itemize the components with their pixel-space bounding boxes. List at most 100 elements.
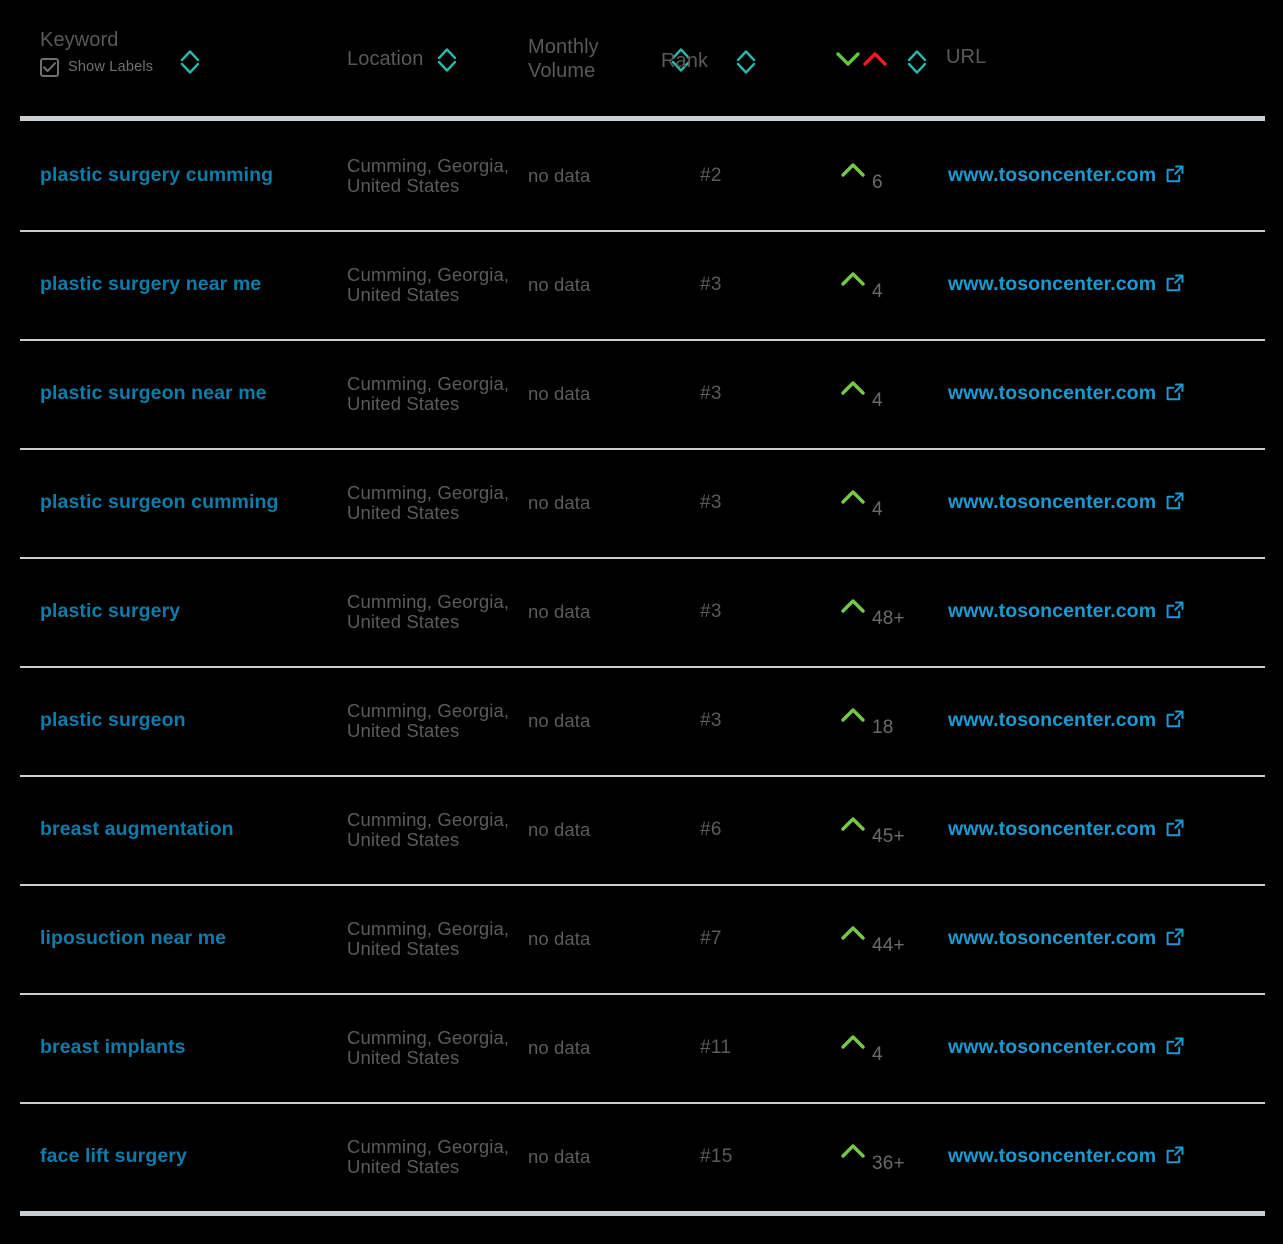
cell-rank: #3 — [700, 339, 790, 448]
location-text: Cumming, Georgia, United States — [347, 699, 510, 741]
keyword-link[interactable]: plastic surgeon near me — [40, 382, 267, 405]
table-row: plastic surgery cumming Cumming, Georgia… — [0, 121, 1283, 230]
external-link-icon — [1165, 927, 1185, 953]
monthly-volume-text: no data — [528, 273, 591, 295]
change-indicator: 4 — [840, 1035, 883, 1065]
monthly-volume-text: no data — [528, 927, 591, 949]
sort-diamond-icon-keyword[interactable] — [178, 46, 202, 78]
url-link[interactable]: www.tosoncenter.com — [948, 272, 1185, 298]
location-text: Cumming, Georgia, United States — [347, 481, 510, 523]
url-text: www.tosoncenter.com — [948, 382, 1157, 404]
table-header-row: Keyword Show Labels Location Monthly Vol… — [0, 0, 1283, 85]
cell-monthly-volume: no data — [528, 230, 648, 339]
keyword-link[interactable]: plastic surgeon — [40, 709, 186, 732]
rank-text: #3 — [700, 273, 722, 295]
chevron-up-green-icon — [840, 1141, 866, 1166]
url-text: www.tosoncenter.com — [948, 709, 1157, 731]
url-link[interactable]: www.tosoncenter.com — [948, 163, 1185, 189]
cell-keyword: face lift surgery — [40, 1102, 340, 1211]
column-header-rank: Rank — [661, 46, 758, 78]
sort-diamond-icon-change[interactable] — [905, 46, 929, 78]
chevron-up-green-icon — [840, 378, 866, 403]
rank-text: #3 — [700, 600, 722, 622]
keyword-link[interactable]: liposuction near me — [40, 927, 226, 950]
chevron-up-green-icon — [840, 487, 866, 512]
cell-url: www.tosoncenter.com — [948, 121, 1248, 230]
cell-url: www.tosoncenter.com — [948, 775, 1248, 884]
change-indicator: 44+ — [840, 926, 905, 956]
change-value: 4 — [872, 389, 883, 411]
table-border — [20, 1211, 1265, 1216]
external-link-icon — [1165, 164, 1185, 190]
column-header-url: URL — [946, 46, 986, 70]
cell-location: Cumming, Georgia, United States — [347, 1102, 519, 1211]
keyword-link[interactable]: breast augmentation — [40, 818, 234, 841]
url-link[interactable]: www.tosoncenter.com — [948, 599, 1185, 625]
change-value: 44+ — [872, 934, 905, 956]
cell-url: www.tosoncenter.com — [948, 666, 1248, 775]
keyword-link[interactable]: breast implants — [40, 1036, 186, 1059]
cell-change: 45+ — [840, 775, 940, 884]
url-text: www.tosoncenter.com — [948, 164, 1157, 186]
url-link[interactable]: www.tosoncenter.com — [948, 817, 1185, 843]
external-link-icon — [1165, 273, 1185, 299]
external-link-icon — [1165, 1036, 1185, 1062]
chevron-up-green-icon — [840, 814, 866, 839]
url-text: www.tosoncenter.com — [948, 1036, 1157, 1058]
location-text: Cumming, Georgia, United States — [347, 590, 510, 632]
cell-rank: #3 — [700, 557, 790, 666]
cell-change: 44+ — [840, 884, 940, 993]
cell-url: www.tosoncenter.com — [948, 230, 1248, 339]
url-link[interactable]: www.tosoncenter.com — [948, 381, 1185, 407]
sort-diamond-icon-rank[interactable] — [734, 46, 758, 78]
chevron-down-green-icon — [835, 49, 861, 76]
url-text: www.tosoncenter.com — [948, 1145, 1157, 1167]
change-indicator: 36+ — [840, 1141, 905, 1174]
cell-monthly-volume: no data — [528, 339, 648, 448]
cell-monthly-volume: no data — [528, 993, 648, 1102]
cell-change: 6 — [840, 121, 940, 230]
rank-text: #7 — [700, 927, 722, 949]
cell-keyword: plastic surgeon cumming — [40, 448, 340, 557]
keyword-link[interactable]: plastic surgery — [40, 600, 180, 623]
cell-monthly-volume: no data — [528, 666, 648, 775]
column-header-location-label: Location — [347, 48, 424, 71]
rank-text: #3 — [700, 709, 722, 731]
column-header-keyword-label: Keyword — [40, 29, 119, 51]
column-header-keyword: Keyword Show Labels — [40, 29, 200, 77]
cell-url: www.tosoncenter.com — [948, 448, 1248, 557]
table-row: breast augmentation Cumming, Georgia, Un… — [0, 775, 1283, 884]
keyword-link[interactable]: plastic surgery cumming — [40, 164, 273, 187]
change-indicator: 4 — [840, 378, 883, 411]
url-link[interactable]: www.tosoncenter.com — [948, 490, 1185, 516]
show-labels-toggle[interactable]: Show Labels — [40, 58, 153, 77]
cell-change: 4 — [840, 448, 940, 557]
url-link[interactable]: www.tosoncenter.com — [948, 926, 1185, 952]
cell-keyword: plastic surgeon near me — [40, 339, 340, 448]
show-labels-checkbox[interactable] — [40, 58, 59, 77]
cell-location: Cumming, Georgia, United States — [347, 884, 519, 993]
url-link[interactable]: www.tosoncenter.com — [948, 1035, 1185, 1061]
cell-url: www.tosoncenter.com — [948, 884, 1248, 993]
keyword-link[interactable]: plastic surgeon cumming — [40, 491, 279, 514]
cell-keyword: breast implants — [40, 993, 340, 1102]
url-link[interactable]: www.tosoncenter.com — [948, 1144, 1185, 1170]
monthly-volume-text: no data — [528, 1145, 591, 1167]
cell-keyword: plastic surgeon — [40, 666, 340, 775]
monthly-volume-text: no data — [528, 600, 591, 622]
external-link-icon — [1165, 600, 1185, 626]
cell-rank: #3 — [700, 448, 790, 557]
sort-diamond-icon-location[interactable] — [435, 44, 459, 76]
cell-url: www.tosoncenter.com — [948, 993, 1248, 1102]
keyword-link[interactable]: face lift surgery — [40, 1145, 187, 1168]
url-link[interactable]: www.tosoncenter.com — [948, 708, 1185, 734]
cell-rank: #3 — [700, 230, 790, 339]
url-text: www.tosoncenter.com — [948, 818, 1157, 840]
cell-change: 18 — [840, 666, 940, 775]
cell-location: Cumming, Georgia, United States — [347, 775, 519, 884]
keyword-link[interactable]: plastic surgery near me — [40, 273, 261, 296]
table-row: plastic surgeon near me Cumming, Georgia… — [0, 339, 1283, 448]
external-link-icon — [1165, 818, 1185, 844]
change-indicator: 18 — [840, 708, 894, 738]
cell-rank: #11 — [700, 993, 790, 1102]
